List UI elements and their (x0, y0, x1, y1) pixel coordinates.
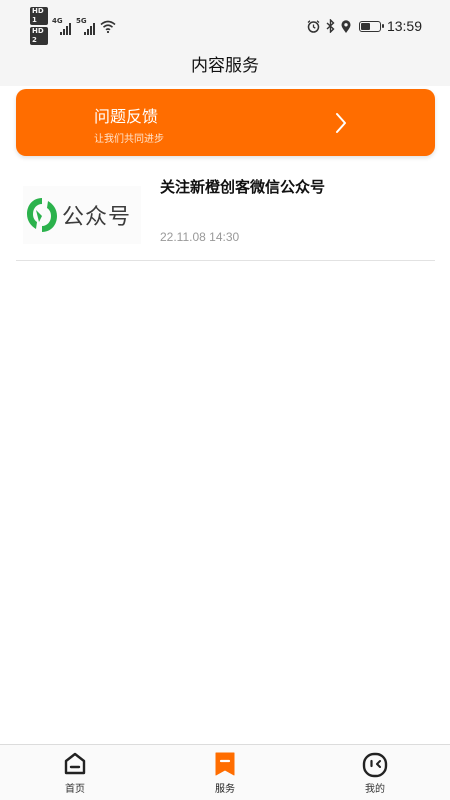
tab-service[interactable]: 服务 (150, 745, 300, 800)
battery-icon (358, 20, 384, 32)
status-bar: HD 1 HD 2 4G 5G 13:59 (0, 0, 450, 50)
face-icon (362, 752, 388, 778)
wifi-icon (100, 20, 116, 33)
feedback-subtitle: 让我们共同进步 (94, 134, 164, 145)
tab-home[interactable]: 首页 (0, 745, 150, 800)
network-indicators: HD 1 HD 2 4G 5G (30, 7, 116, 45)
clock: 13:59 (386, 18, 422, 34)
bookmark-icon (215, 752, 235, 776)
article-date: 22.11.08 14:30 (160, 230, 240, 244)
tab-service-label: 服务 (215, 784, 235, 795)
wechat-account-logo-icon (27, 198, 57, 232)
article-thumbnail: 公众号 (23, 186, 141, 244)
alarm-icon (307, 19, 320, 33)
tab-home-label: 首页 (65, 784, 85, 795)
system-indicators: 13:59 (307, 16, 422, 36)
signal-bars-icon (84, 23, 95, 35)
tab-mine[interactable]: 我的 (300, 745, 450, 800)
bluetooth-icon (326, 19, 335, 33)
page-title: 内容服务 (191, 56, 259, 76)
signal-1: 4G (52, 17, 72, 35)
feedback-title: 问题反馈 (94, 107, 159, 126)
bottom-tab-bar: 首页 服务 我的 (0, 744, 450, 800)
article-item[interactable]: 公众号 关注新橙创客微信公众号 22.11.08 14:30 (16, 160, 435, 261)
chevron-right-icon (336, 113, 346, 133)
sim2-hd-badge: HD 2 (30, 27, 48, 45)
sim1-hd-badge: HD 1 (30, 7, 48, 25)
page-header: 内容服务 (0, 50, 450, 86)
tab-mine-label: 我的 (365, 784, 385, 795)
location-icon (341, 19, 351, 33)
battery-level (360, 22, 370, 30)
thumbnail-text: 公众号 (62, 205, 132, 230)
article-title: 关注新橙创客微信公众号 (160, 178, 326, 196)
feedback-banner[interactable]: 问题反馈 让我们共同进步 (16, 89, 435, 156)
home-icon (64, 752, 86, 775)
signal-2: 5G (76, 17, 96, 35)
signal-bars-icon (60, 23, 71, 35)
